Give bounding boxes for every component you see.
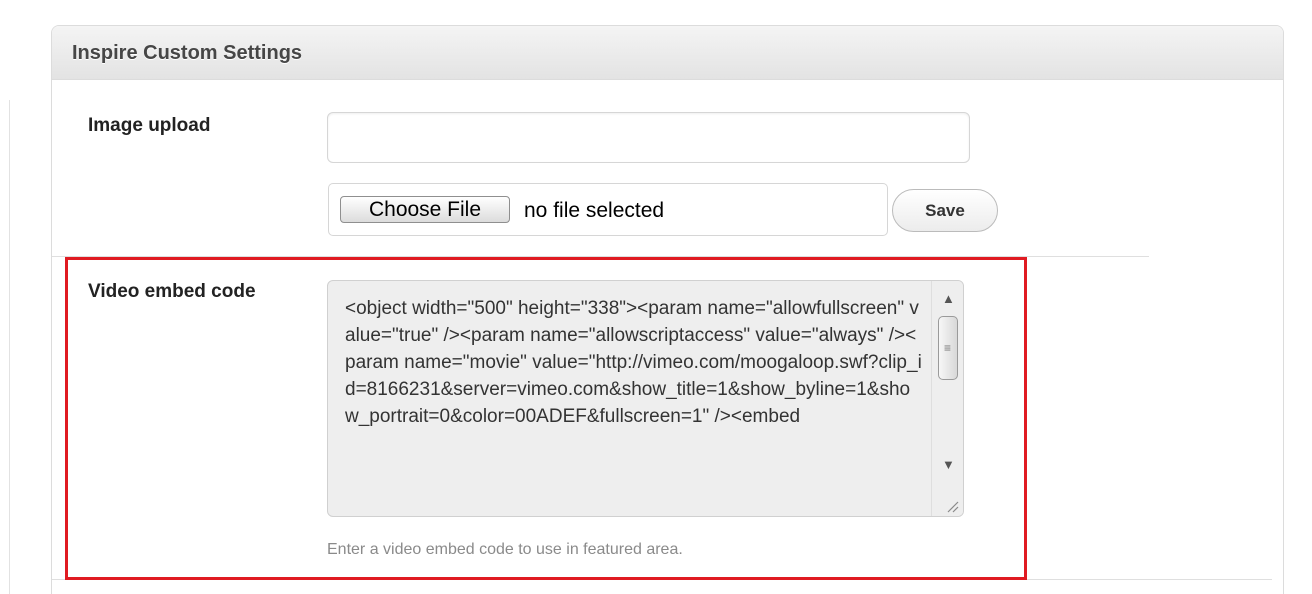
panel-title: Inspire Custom Settings	[72, 42, 303, 64]
image-url-input[interactable]	[327, 112, 970, 163]
settings-screen: Inspire Custom Settings Image upload Cho…	[0, 0, 1312, 594]
save-button[interactable]: Save	[892, 189, 998, 232]
panel-header: Inspire Custom Settings	[52, 26, 1283, 80]
highlight-box	[65, 257, 1027, 580]
file-status-text: no file selected	[524, 199, 665, 222]
page-edge-line	[9, 100, 10, 594]
image-upload-label: Image upload	[88, 115, 211, 136]
file-chooser[interactable]: Choose File no file selected	[328, 183, 888, 236]
choose-file-button[interactable]: Choose File	[340, 196, 510, 223]
